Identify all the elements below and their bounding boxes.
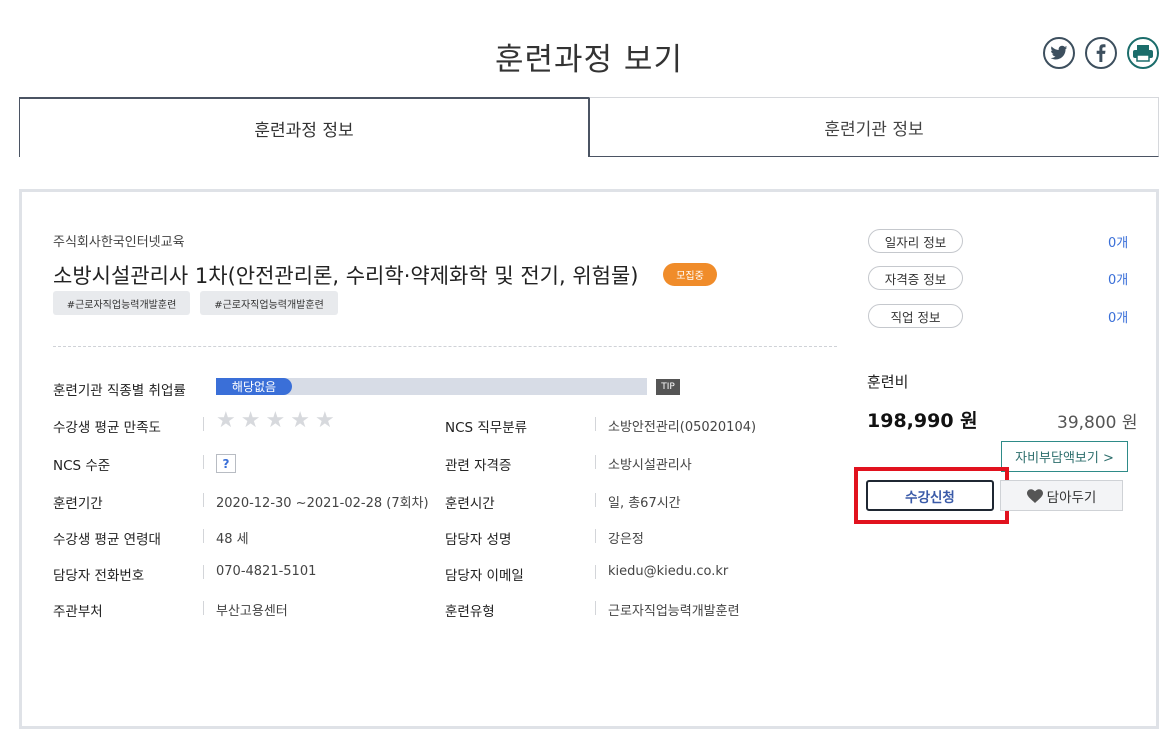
star-icon: ★	[240, 408, 261, 433]
divider	[595, 455, 596, 469]
course-card: 주식회사한국인터넷교육 소방시설관리사 1차(안전관리론, 수리학·약제화학 및…	[19, 189, 1159, 729]
certificate-info-count[interactable]: 0개	[1108, 269, 1128, 288]
star-icon: ★	[314, 408, 335, 433]
status-badge: 모집중	[663, 263, 717, 286]
tab-bar: 훈련과정 정보 훈련기관 정보	[19, 97, 1159, 157]
period-label: 훈련기간	[53, 496, 103, 512]
satisfaction-label: 수강생 평균 만족도	[53, 420, 161, 436]
divider	[203, 417, 204, 431]
hours-label: 훈련시간	[445, 496, 495, 512]
tip-button[interactable]: TIP	[656, 379, 680, 395]
share-buttons	[1043, 37, 1159, 69]
occupation-info-button[interactable]: 직업 정보	[868, 304, 963, 328]
divider	[203, 601, 204, 615]
divider	[53, 346, 837, 347]
age-value: 48 세	[216, 532, 249, 547]
employment-rate-fill: 해당없음	[216, 378, 292, 395]
divider	[595, 529, 596, 543]
ncs-level-help[interactable]: ?	[216, 454, 236, 473]
age-label: 수강생 평균 연령대	[53, 532, 161, 548]
wishlist-label: 담아두기	[1046, 489, 1097, 506]
hashtag[interactable]: #근로자직업능력개발훈련	[53, 291, 190, 315]
enroll-button[interactable]: 수강신청	[866, 480, 994, 511]
self-pay-button[interactable]: 자비부담액보기 >	[1001, 441, 1128, 472]
ncs-category-value: 소방안전관리(05020104)	[608, 420, 757, 435]
ministry-label: 주관부처	[53, 604, 103, 620]
type-label: 훈련유형	[445, 604, 495, 620]
divider	[595, 601, 596, 615]
heart-icon	[1026, 488, 1043, 503]
type-value: 근로자직업능력개발훈련	[608, 604, 740, 619]
period-value: 2020-12-30 ~2021-02-28 (7회차)	[216, 496, 429, 511]
facebook-icon[interactable]	[1085, 37, 1117, 69]
divider	[203, 455, 204, 469]
divider	[203, 565, 204, 579]
fee-amount: 198,990 원	[867, 410, 978, 432]
phone-value: 070-4821-5101	[216, 564, 317, 579]
employment-rate-label: 훈련기관 직종별 취업률	[53, 383, 186, 399]
divider	[203, 529, 204, 543]
occupation-info-count[interactable]: 0개	[1108, 307, 1128, 326]
employment-rate-bar: 해당없음	[216, 378, 647, 395]
job-info-button[interactable]: 일자리 정보	[868, 229, 963, 253]
manager-value: 강은정	[608, 532, 644, 547]
divider	[595, 565, 596, 579]
job-info-count[interactable]: 0개	[1108, 232, 1128, 251]
twitter-icon[interactable]	[1043, 37, 1075, 69]
divider	[595, 493, 596, 507]
certificate-value: 소방시설관리사	[608, 458, 692, 473]
tab-institution-info[interactable]: 훈련기관 정보	[589, 97, 1159, 157]
email-label: 담당자 이메일	[445, 568, 524, 584]
email-value: kiedu@kiedu.co.kr	[608, 564, 729, 579]
fee-label: 훈련비	[867, 373, 909, 391]
wishlist-button[interactable]: 담아두기	[1000, 480, 1123, 511]
hashtag[interactable]: #근로자직업능력개발훈련	[200, 291, 338, 315]
ministry-value: 부산고용센터	[216, 604, 288, 619]
course-title: 소방시설관리사 1차(안전관리론, 수리학·약제화학 및 전기, 위험물)	[53, 264, 639, 288]
star-icon: ★	[216, 408, 236, 433]
manager-label: 담당자 성명	[445, 532, 512, 548]
hours-value: 일, 총67시간	[608, 496, 681, 511]
ncs-category-label: NCS 직무분류	[445, 420, 528, 436]
tab-course-info[interactable]: 훈련과정 정보	[19, 97, 589, 157]
phone-label: 담당자 전화번호	[53, 568, 145, 584]
page-title: 훈련과정 보기	[495, 42, 683, 78]
org-name: 주식회사한국인터넷교육	[53, 235, 185, 250]
ncs-level-label: NCS 수준	[53, 458, 111, 474]
print-icon[interactable]	[1127, 37, 1159, 69]
star-icon: ★	[265, 408, 286, 433]
certificate-label: 관련 자격증	[445, 458, 512, 474]
star-icon: ★	[290, 408, 310, 433]
divider	[203, 493, 204, 507]
certificate-info-button[interactable]: 자격증 정보	[868, 266, 963, 290]
divider	[595, 417, 596, 431]
self-pay-amount: 39,800 원	[1057, 413, 1138, 433]
satisfaction-stars: ★ ★ ★ ★ ★	[216, 410, 335, 432]
